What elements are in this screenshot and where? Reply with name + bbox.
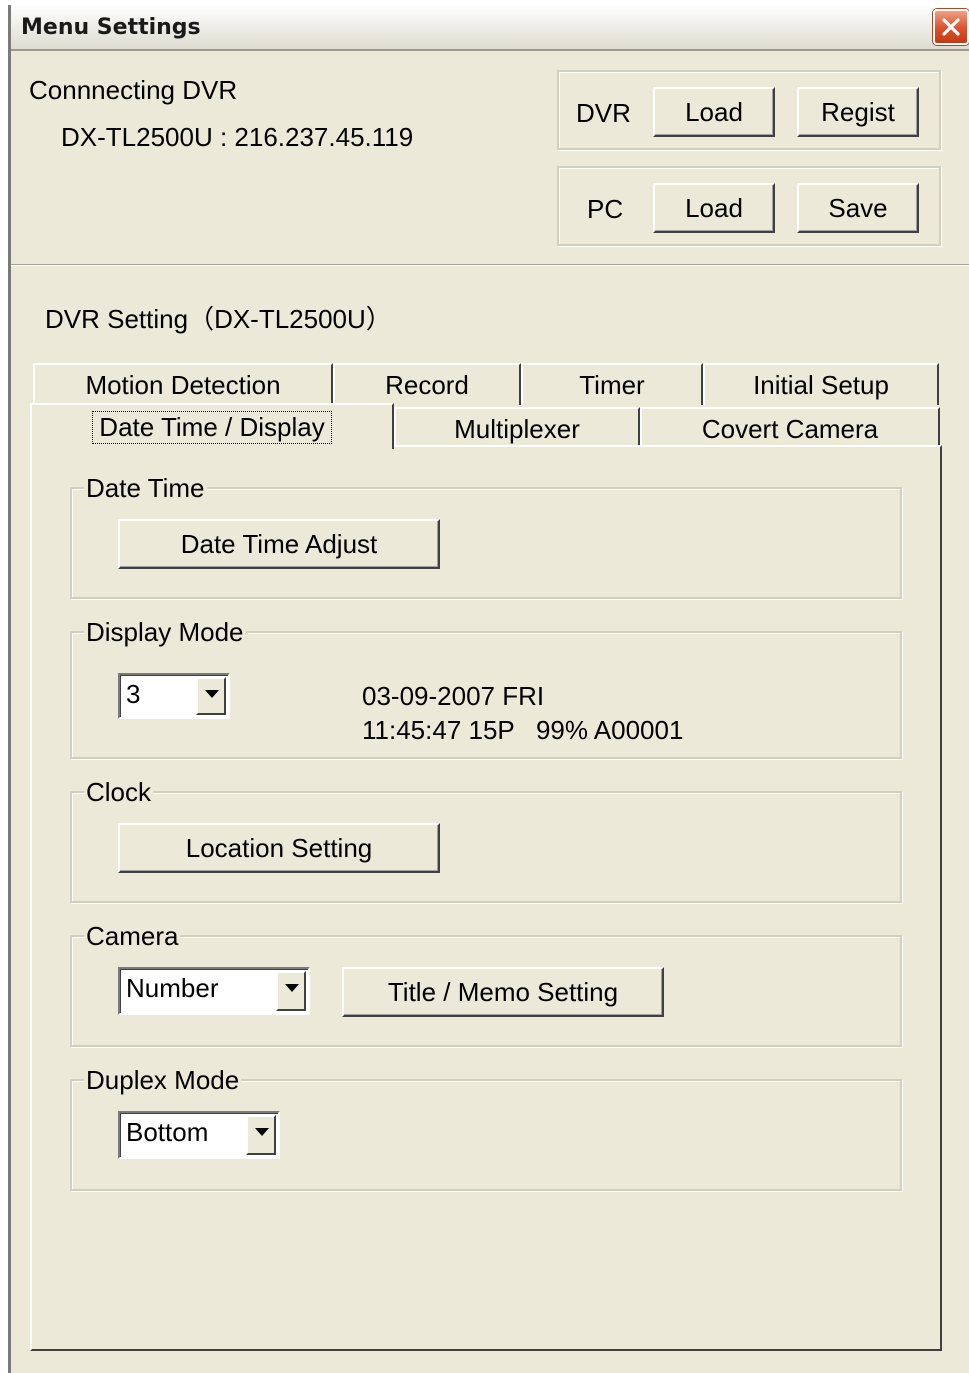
chevron-down-icon <box>205 690 219 698</box>
section-divider <box>11 264 969 266</box>
dvr-load-button[interactable]: Load <box>653 87 775 137</box>
display-mode-group-title: Display Mode <box>84 617 246 648</box>
close-button[interactable] <box>933 9 969 45</box>
chevron-down-icon <box>285 984 299 992</box>
date-time-adjust-button[interactable]: Date Time Adjust <box>118 519 440 569</box>
camera-group-title: Camera <box>84 921 181 952</box>
tab-motion-detection[interactable]: Motion Detection <box>33 363 333 405</box>
dvr-regist-button[interactable]: Regist <box>797 87 919 137</box>
duplex-mode-value: Bottom <box>126 1117 209 1147</box>
tab-record[interactable]: Record <box>333 363 521 405</box>
tab-panel-date-time-display: Date Time Date Time Adjust Display Mode … <box>30 445 942 1351</box>
pc-save-button[interactable]: Save <box>797 183 919 233</box>
title-memo-setting-button[interactable]: Title / Memo Setting <box>342 967 664 1017</box>
date-time-group-title: Date Time <box>84 473 207 504</box>
display-preview-time: 11:45:47 15P 99% A00001 <box>362 715 684 745</box>
title-bar[interactable]: Menu Settings <box>11 5 969 51</box>
window-title: Menu Settings <box>21 15 201 40</box>
connected-device: DX-TL2500U : 216.237.45.119 <box>61 122 414 152</box>
camera-dropdown-button[interactable] <box>276 971 306 1011</box>
close-icon <box>942 18 960 36</box>
pc-label: PC <box>587 194 624 224</box>
location-setting-button[interactable]: Location Setting <box>118 823 440 873</box>
menu-settings-window: Menu Settings Connnecting DVR DX-TL2500U… <box>8 5 969 1373</box>
duplex-mode-group-title: Duplex Mode <box>84 1065 242 1096</box>
tab-date-time-display[interactable]: Date Time / Display <box>30 403 394 449</box>
tab-initial-setup[interactable]: Initial Setup <box>703 363 939 405</box>
chevron-down-icon <box>255 1128 269 1136</box>
tab-covert-camera[interactable]: Covert Camera <box>640 407 940 449</box>
tab-date-time-display-label: Date Time / Display <box>92 410 332 444</box>
pc-load-button[interactable]: Load <box>653 183 775 233</box>
clock-group-title: Clock <box>84 777 154 808</box>
display-mode-dropdown-button[interactable] <box>196 677 226 715</box>
dvr-label: DVR <box>576 98 631 128</box>
camera-label-value: Number <box>126 973 219 1003</box>
dvr-setting-title: DVR Setting（DX-TL2500U） <box>45 304 392 334</box>
duplex-mode-dropdown-button[interactable] <box>246 1115 276 1155</box>
display-mode-value: 3 <box>126 679 141 709</box>
display-preview-date: 03-09-2007 FRI <box>362 681 545 711</box>
tab-timer[interactable]: Timer <box>521 363 703 405</box>
tab-multiplexer[interactable]: Multiplexer <box>394 407 640 449</box>
camera-label-select[interactable]: Number <box>118 967 310 1015</box>
connecting-label: Connnecting DVR <box>29 75 238 105</box>
display-mode-select[interactable]: 3 <box>118 673 230 719</box>
duplex-mode-select[interactable]: Bottom <box>118 1111 280 1159</box>
